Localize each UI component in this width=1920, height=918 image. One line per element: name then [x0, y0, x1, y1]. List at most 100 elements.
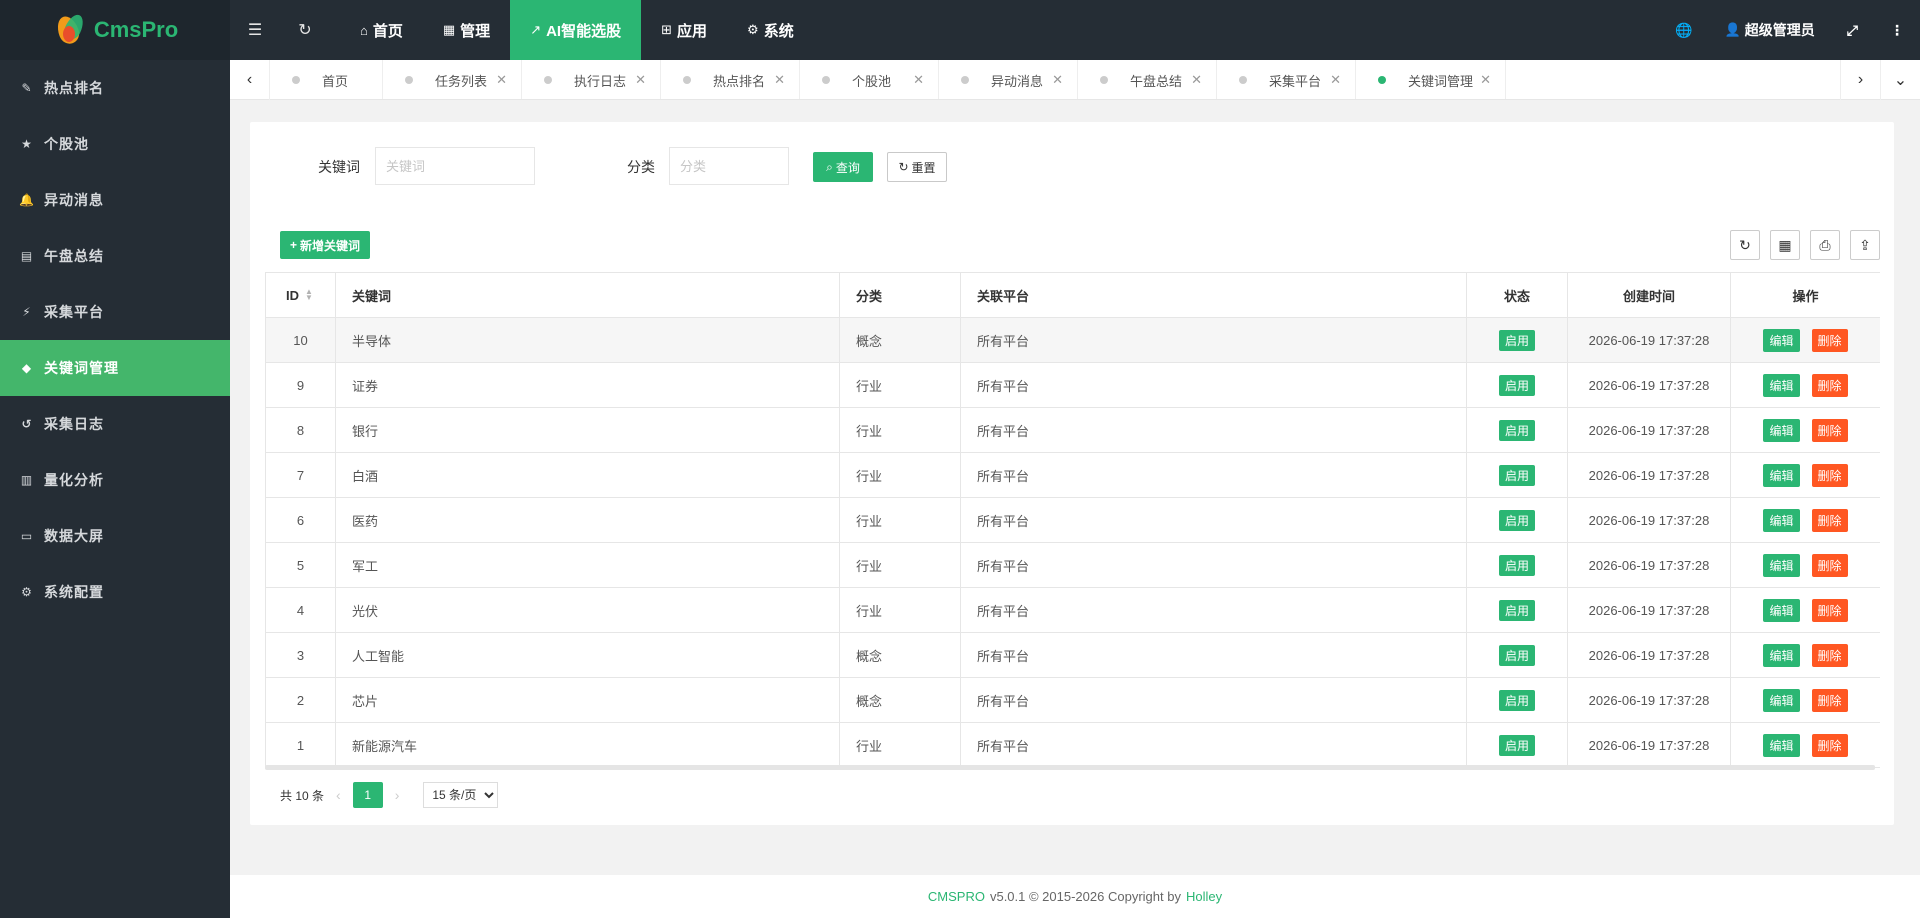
top-nav-item[interactable]: ⊞ 应用	[641, 0, 727, 60]
page-tab[interactable]: 采集平台 ✕	[1217, 60, 1356, 99]
category-input[interactable]	[669, 147, 789, 185]
query-button[interactable]: ⌕ 查询	[813, 152, 873, 182]
tab-close-icon[interactable]: ✕	[1330, 72, 1341, 88]
sidebar-item[interactable]: ◆ 关键词管理	[0, 340, 230, 396]
edit-button[interactable]: 编辑	[1763, 328, 1800, 352]
export-icon[interactable]: ⇪	[1850, 230, 1880, 260]
top-nav-item[interactable]: ▦ 管理	[423, 0, 510, 60]
edit-button[interactable]: 编辑	[1763, 553, 1800, 577]
refresh-icon[interactable]: ↻	[280, 0, 330, 60]
delete-button[interactable]: 删除	[1811, 418, 1848, 442]
sidebar-item-label: 采集平台	[44, 304, 104, 320]
table-row[interactable]: 2 芯片 概念 所有平台 启用 2026-06-19 17:37:28 编辑 删除	[265, 678, 1880, 723]
page-tab[interactable]: 午盘总结 ✕	[1078, 60, 1217, 99]
delete-button[interactable]: 删除	[1811, 328, 1848, 352]
reset-button[interactable]: ↻ 重置	[887, 152, 947, 182]
edit-button[interactable]: 编辑	[1763, 733, 1800, 757]
cell-actions: 编辑 删除	[1731, 318, 1880, 362]
edit-button[interactable]: 编辑	[1763, 688, 1800, 712]
menu-toggle-icon[interactable]: ☰	[230, 0, 280, 60]
table-row[interactable]: 1 新能源汽车 行业 所有平台 启用 2026-06-19 17:37:28 编辑 删除	[265, 723, 1880, 768]
sidebar-item[interactable]: ▥ 量化分析	[0, 452, 230, 508]
edit-button[interactable]: 编辑	[1763, 418, 1800, 442]
table-row[interactable]: 9 证券 行业 所有平台 启用 2026-06-19 17:37:28 编辑 删除	[265, 363, 1880, 408]
sidebar-item[interactable]: ↺ 采集日志	[0, 396, 230, 452]
print-icon[interactable]: ⎙	[1810, 230, 1840, 260]
language-globe-icon[interactable]: 🌐	[1659, 0, 1708, 60]
table-row[interactable]: 7 白酒 行业 所有平台 启用 2026-06-19 17:37:28 编辑 删除	[265, 453, 1880, 498]
page-tab[interactable]: 执行日志 ✕	[522, 60, 661, 99]
table-row[interactable]: 5 军工 行业 所有平台 启用 2026-06-19 17:37:28 编辑 删除	[265, 543, 1880, 588]
page-tab[interactable]: 任务列表 ✕	[383, 60, 522, 99]
cell-created: 2026-06-19 17:37:28	[1568, 588, 1731, 632]
next-page-icon[interactable]: ›	[395, 787, 400, 803]
delete-button[interactable]: 删除	[1811, 373, 1848, 397]
table-row[interactable]: 6 医药 行业 所有平台 启用 2026-06-19 17:37:28 编辑 删除	[265, 498, 1880, 543]
page-tab[interactable]: 首页	[270, 60, 383, 99]
star-icon: ★	[21, 137, 33, 151]
sidebar-item[interactable]: ★ 个股池	[0, 116, 230, 172]
page-tab[interactable]: 个股池 ✕	[800, 60, 939, 99]
edit-button[interactable]: 编辑	[1763, 643, 1800, 667]
fullscreen-icon[interactable]: ⤢	[1831, 0, 1874, 60]
keyword-input[interactable]	[375, 147, 535, 185]
top-nav-item[interactable]: ⚙ 系统	[727, 0, 814, 60]
tab-scroll-left-icon[interactable]: ‹	[230, 60, 270, 100]
tab-close-icon[interactable]: ✕	[913, 72, 924, 88]
prev-page-icon[interactable]: ‹	[336, 787, 341, 803]
sort-icon[interactable]: ▲ ▼	[305, 288, 313, 302]
delete-button[interactable]: 删除	[1811, 643, 1848, 667]
logo[interactable]: CmsPro	[0, 0, 230, 60]
footer-brand[interactable]: CMSPRO	[928, 889, 985, 904]
table-row[interactable]: 4 光伏 行业 所有平台 启用 2026-06-19 17:37:28 编辑 删除	[265, 588, 1880, 633]
table-row[interactable]: 3 人工智能 概念 所有平台 启用 2026-06-19 17:37:28 编辑 删除	[265, 633, 1880, 678]
table-row[interactable]: 8 银行 行业 所有平台 启用 2026-06-19 17:37:28 编辑 删除	[265, 408, 1880, 453]
delete-button[interactable]: 删除	[1811, 733, 1848, 757]
edit-button[interactable]: 编辑	[1763, 598, 1800, 622]
page-size-select[interactable]: 15 条/页	[423, 782, 499, 808]
top-nav-item[interactable]: ⌂ 首页	[340, 0, 423, 60]
sidebar-item[interactable]: ⚙ 系统配置	[0, 564, 230, 620]
tab-dropdown-icon[interactable]: ⌄	[1880, 60, 1920, 100]
tab-close-icon[interactable]: ✕	[774, 72, 785, 88]
columns-filter-icon[interactable]: ▦	[1770, 230, 1800, 260]
page-tab[interactable]: 关键词管理 ✕	[1356, 60, 1506, 99]
page-tab[interactable]: 热点排名 ✕	[661, 60, 800, 99]
user-menu[interactable]: 👤 超级管理员	[1709, 0, 1831, 60]
page-vertical-scrollbar[interactable]	[1914, 100, 1920, 875]
delete-button[interactable]: 删除	[1811, 688, 1848, 712]
more-vertical-icon[interactable]: ⋮	[1874, 0, 1920, 60]
col-id[interactable]: ID ▲ ▼	[265, 273, 336, 317]
table-row[interactable]: 10 半导体 概念 所有平台 启用 2026-06-19 17:37:28 编辑 删除	[265, 318, 1880, 363]
page-tab[interactable]: 异动消息 ✕	[939, 60, 1078, 99]
sidebar-item[interactable]: ▭ 数据大屏	[0, 508, 230, 564]
edit-button[interactable]: 编辑	[1763, 373, 1800, 397]
cell-keyword: 芯片	[336, 678, 840, 722]
table-refresh-icon[interactable]: ↻	[1730, 230, 1760, 260]
tab-close-icon[interactable]: ✕	[1052, 72, 1063, 88]
sidebar-item[interactable]: ✎ 热点排名	[0, 60, 230, 116]
edit-button[interactable]: 编辑	[1763, 463, 1800, 487]
cell-category: 行业	[840, 453, 961, 497]
delete-button[interactable]: 删除	[1811, 553, 1848, 577]
tab-close-icon[interactable]: ✕	[1480, 72, 1491, 88]
delete-button[interactable]: 删除	[1811, 598, 1848, 622]
delete-button[interactable]: 删除	[1811, 463, 1848, 487]
tab-close-icon[interactable]: ✕	[496, 72, 507, 88]
footer-author[interactable]: Holley	[1186, 889, 1222, 904]
sidebar-item[interactable]: ▤ 午盘总结	[0, 228, 230, 284]
top-nav-item[interactable]: ↗ AI智能选股	[510, 0, 642, 60]
cell-created: 2026-06-19 17:37:28	[1568, 453, 1731, 497]
table-horizontal-scrollbar[interactable]	[265, 765, 1875, 770]
tab-scroll-right-icon[interactable]: ›	[1840, 60, 1880, 100]
tab-close-icon[interactable]: ✕	[635, 72, 646, 88]
bar-chart-icon: ▥	[20, 473, 34, 487]
page-current[interactable]: 1	[352, 782, 383, 808]
sidebar-item[interactable]: 🔔 异动消息	[0, 172, 230, 228]
tab-close-icon[interactable]: ✕	[1191, 72, 1202, 88]
footer-copyright: v5.0.1 © 2015-2026 Copyright by	[989, 889, 1181, 904]
add-keyword-button[interactable]: + 新增关键词	[280, 231, 371, 259]
edit-button[interactable]: 编辑	[1763, 508, 1800, 532]
delete-button[interactable]: 删除	[1811, 508, 1848, 532]
sidebar-item[interactable]: ⚡ 采集平台	[0, 284, 230, 340]
